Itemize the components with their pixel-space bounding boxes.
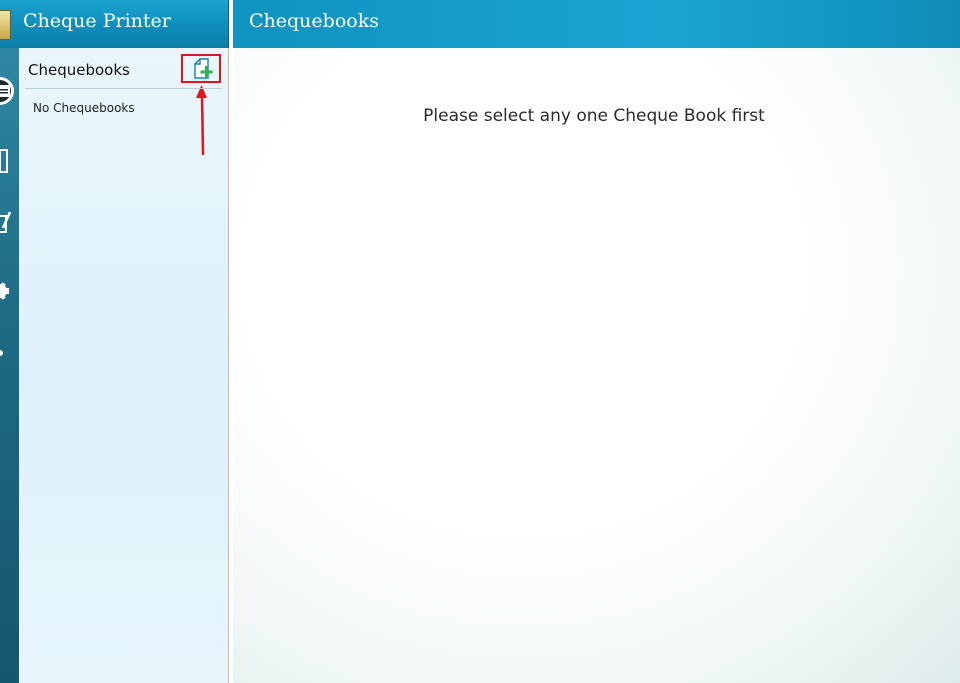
icon-rail (0, 48, 19, 683)
main-header: Chequebooks (233, 0, 960, 48)
empty-list-message: No Chequebooks (33, 101, 135, 115)
add-chequebook-button[interactable] (181, 54, 221, 83)
chequebook-icon[interactable] (0, 76, 19, 106)
app-header: Cheque Printer (0, 0, 228, 48)
annotation-arrow (196, 85, 207, 156)
add-document-icon (194, 58, 213, 79)
app-title: Cheque Printer (23, 10, 171, 32)
chequebook-list-panel: Chequebooks No Chequebooks (19, 48, 229, 683)
document-icon[interactable] (0, 146, 19, 176)
app-logo-icon (0, 10, 11, 40)
page-title: Chequebooks (249, 10, 379, 32)
edit-icon[interactable] (0, 208, 19, 238)
empty-state-message: Please select any one Cheque Book first (423, 106, 765, 126)
panel-divider (25, 88, 222, 89)
panel-title: Chequebooks (28, 61, 130, 79)
settings-icon[interactable] (0, 276, 19, 306)
help-icon[interactable] (0, 338, 19, 368)
main-content: Please select any one Cheque Book first (233, 48, 960, 683)
